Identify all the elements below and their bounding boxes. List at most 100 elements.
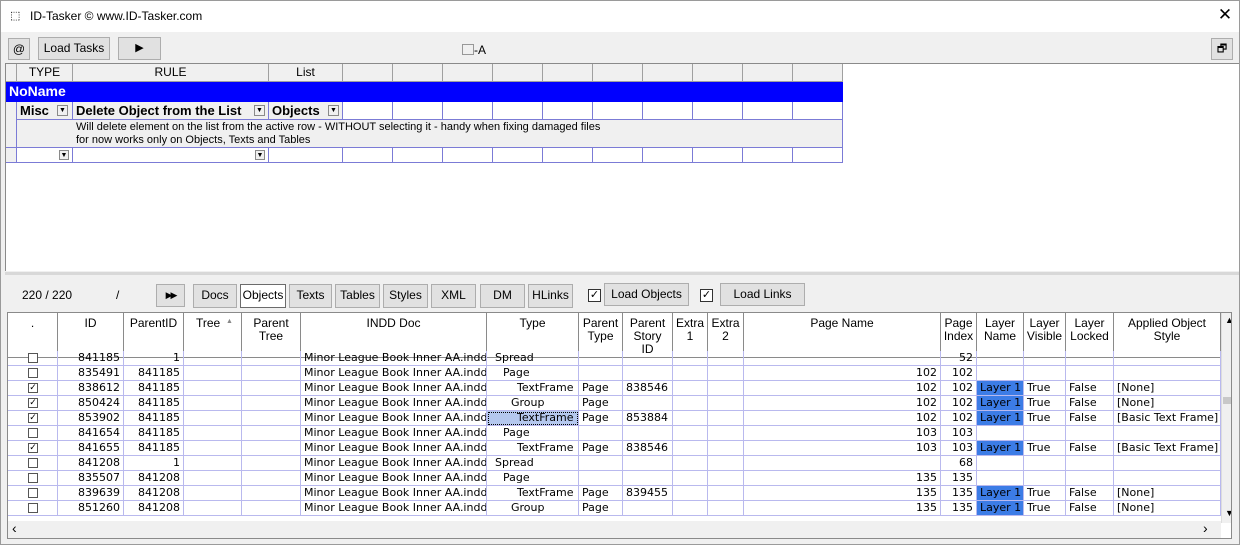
cell-pidx[interactable]: 68 xyxy=(941,456,977,471)
cell-pstory[interactable] xyxy=(623,396,673,411)
cell-pname[interactable]: 102 xyxy=(744,381,941,396)
row-checkbox[interactable] xyxy=(28,488,38,498)
cell-style[interactable]: [None] xyxy=(1114,396,1221,411)
row-checkbox-cell[interactable] xyxy=(8,366,58,381)
cell-pidx[interactable]: 135 xyxy=(941,486,977,501)
cell-ptype[interactable]: Page xyxy=(579,396,623,411)
cell-doc[interactable]: Minor League Book Inner AA.indd xyxy=(301,486,487,501)
cell-doc[interactable]: Minor League Book Inner AA.indd xyxy=(301,411,487,426)
load-tasks-button[interactable]: Load Tasks xyxy=(38,37,110,60)
grid-cell[interactable] xyxy=(184,471,242,486)
rule-param-cell[interactable] xyxy=(393,102,443,120)
cell-ptype[interactable]: Page xyxy=(579,381,623,396)
cell-doc[interactable]: Minor League Book Inner AA.indd xyxy=(301,471,487,486)
grid-cell[interactable] xyxy=(708,381,744,396)
grid-cell[interactable] xyxy=(673,351,708,366)
grid-cell[interactable] xyxy=(708,396,744,411)
cell-id[interactable]: 835507 xyxy=(58,471,124,486)
grid-cell[interactable] xyxy=(708,441,744,456)
empty-rule-select[interactable]: ▼ xyxy=(73,148,269,163)
tab-styles[interactable]: Styles xyxy=(383,284,428,308)
empty-cell[interactable] xyxy=(643,148,693,163)
chevron-down-icon[interactable]: ▼ xyxy=(254,105,265,116)
grid-cell[interactable] xyxy=(708,456,744,471)
grid-cell[interactable] xyxy=(708,426,744,441)
grid-cell[interactable] xyxy=(673,366,708,381)
cell-vis[interactable]: True xyxy=(1024,381,1066,396)
cell-ptype[interactable]: Page xyxy=(579,441,623,456)
cell-pstory[interactable] xyxy=(623,426,673,441)
tab-objects[interactable]: Objects xyxy=(240,284,286,308)
cell-pid[interactable]: 841185 xyxy=(124,366,184,381)
row-checkbox-cell[interactable] xyxy=(8,486,58,501)
cell-vis[interactable]: True xyxy=(1024,486,1066,501)
grid-cell[interactable] xyxy=(673,501,708,516)
cell-pidx[interactable]: 135 xyxy=(941,471,977,486)
cell-pidx[interactable]: 102 xyxy=(941,411,977,426)
cell-lock[interactable] xyxy=(1066,471,1114,486)
cell-ptype[interactable]: Page xyxy=(579,501,623,516)
grid-cell[interactable] xyxy=(708,411,744,426)
cell-pstory[interactable]: 838546 xyxy=(623,381,673,396)
cell-id[interactable]: 851260 xyxy=(58,501,124,516)
cell-id[interactable]: 841654 xyxy=(58,426,124,441)
empty-cell[interactable] xyxy=(343,148,393,163)
cell-type[interactable]: Page xyxy=(487,426,579,441)
cell-style[interactable]: [None] xyxy=(1114,381,1221,396)
cell-ptype[interactable] xyxy=(579,366,623,381)
cell-pid[interactable]: 841208 xyxy=(124,501,184,516)
cell-pstory[interactable] xyxy=(623,456,673,471)
grid-cell[interactable] xyxy=(673,396,708,411)
cell-pid[interactable]: 1 xyxy=(124,456,184,471)
restore-button[interactable]: 🗗 xyxy=(1211,38,1233,60)
cell-type[interactable]: Page xyxy=(487,471,579,486)
load-links-button[interactable]: Load Links xyxy=(720,283,805,306)
grid-cell[interactable] xyxy=(673,411,708,426)
cell-vis[interactable]: True xyxy=(1024,411,1066,426)
cell-type[interactable]: TextFrame xyxy=(487,381,579,396)
cell-style[interactable]: [Basic Text Frame] xyxy=(1114,411,1221,426)
cell-pid[interactable]: 841185 xyxy=(124,426,184,441)
rule-param-cell[interactable] xyxy=(643,102,693,120)
cell-layer[interactable]: Layer 1 xyxy=(977,486,1024,501)
cell-vis[interactable]: True xyxy=(1024,501,1066,516)
cell-pid[interactable]: 841185 xyxy=(124,441,184,456)
rule-param-cell[interactable] xyxy=(493,102,543,120)
cell-doc[interactable]: Minor League Book Inner AA.indd xyxy=(301,366,487,381)
cell-layer[interactable] xyxy=(977,471,1024,486)
cell-pname[interactable]: 103 xyxy=(744,441,941,456)
cell-type[interactable]: Group xyxy=(487,501,579,516)
row-checkbox[interactable] xyxy=(28,458,38,468)
grid-cell[interactable] xyxy=(708,501,744,516)
vertical-scrollbar[interactable]: ▲ ▼ xyxy=(1221,313,1231,523)
cell-style[interactable] xyxy=(1114,471,1221,486)
close-icon[interactable]: ✕ xyxy=(1215,5,1235,25)
load-objects-checkbox[interactable]: ✓ xyxy=(588,289,601,302)
cell-doc[interactable]: Minor League Book Inner AA.indd xyxy=(301,501,487,516)
cell-pname[interactable]: 103 xyxy=(744,426,941,441)
row-checkbox-cell[interactable] xyxy=(8,501,58,516)
cell-vis[interactable] xyxy=(1024,456,1066,471)
cell-ptype[interactable]: Page xyxy=(579,486,623,501)
cell-id[interactable]: 835491 xyxy=(58,366,124,381)
grid-cell[interactable] xyxy=(673,486,708,501)
cell-layer[interactable] xyxy=(977,366,1024,381)
horizontal-scrollbar[interactable]: ‹ › xyxy=(8,520,1221,538)
row-checkbox[interactable]: ✓ xyxy=(28,383,38,393)
empty-cell[interactable] xyxy=(543,148,593,163)
tab-texts[interactable]: Texts xyxy=(289,284,332,308)
empty-type-select[interactable]: ▼ xyxy=(17,148,73,163)
grid-cell[interactable] xyxy=(184,501,242,516)
cell-id[interactable]: 853902 xyxy=(58,411,124,426)
cell-ptype[interactable]: Page xyxy=(579,411,623,426)
cell-doc[interactable]: Minor League Book Inner AA.indd xyxy=(301,426,487,441)
grid-cell[interactable] xyxy=(184,351,242,366)
grid-cell[interactable] xyxy=(242,396,301,411)
row-checkbox-cell[interactable] xyxy=(8,426,58,441)
task-name-banner[interactable]: NoName xyxy=(6,82,843,102)
empty-cell[interactable] xyxy=(269,148,343,163)
cell-pname[interactable] xyxy=(744,456,941,471)
row-checkbox[interactable] xyxy=(28,503,38,513)
cell-doc[interactable]: Minor League Book Inner AA.indd xyxy=(301,396,487,411)
cell-type[interactable]: Spread xyxy=(487,456,579,471)
